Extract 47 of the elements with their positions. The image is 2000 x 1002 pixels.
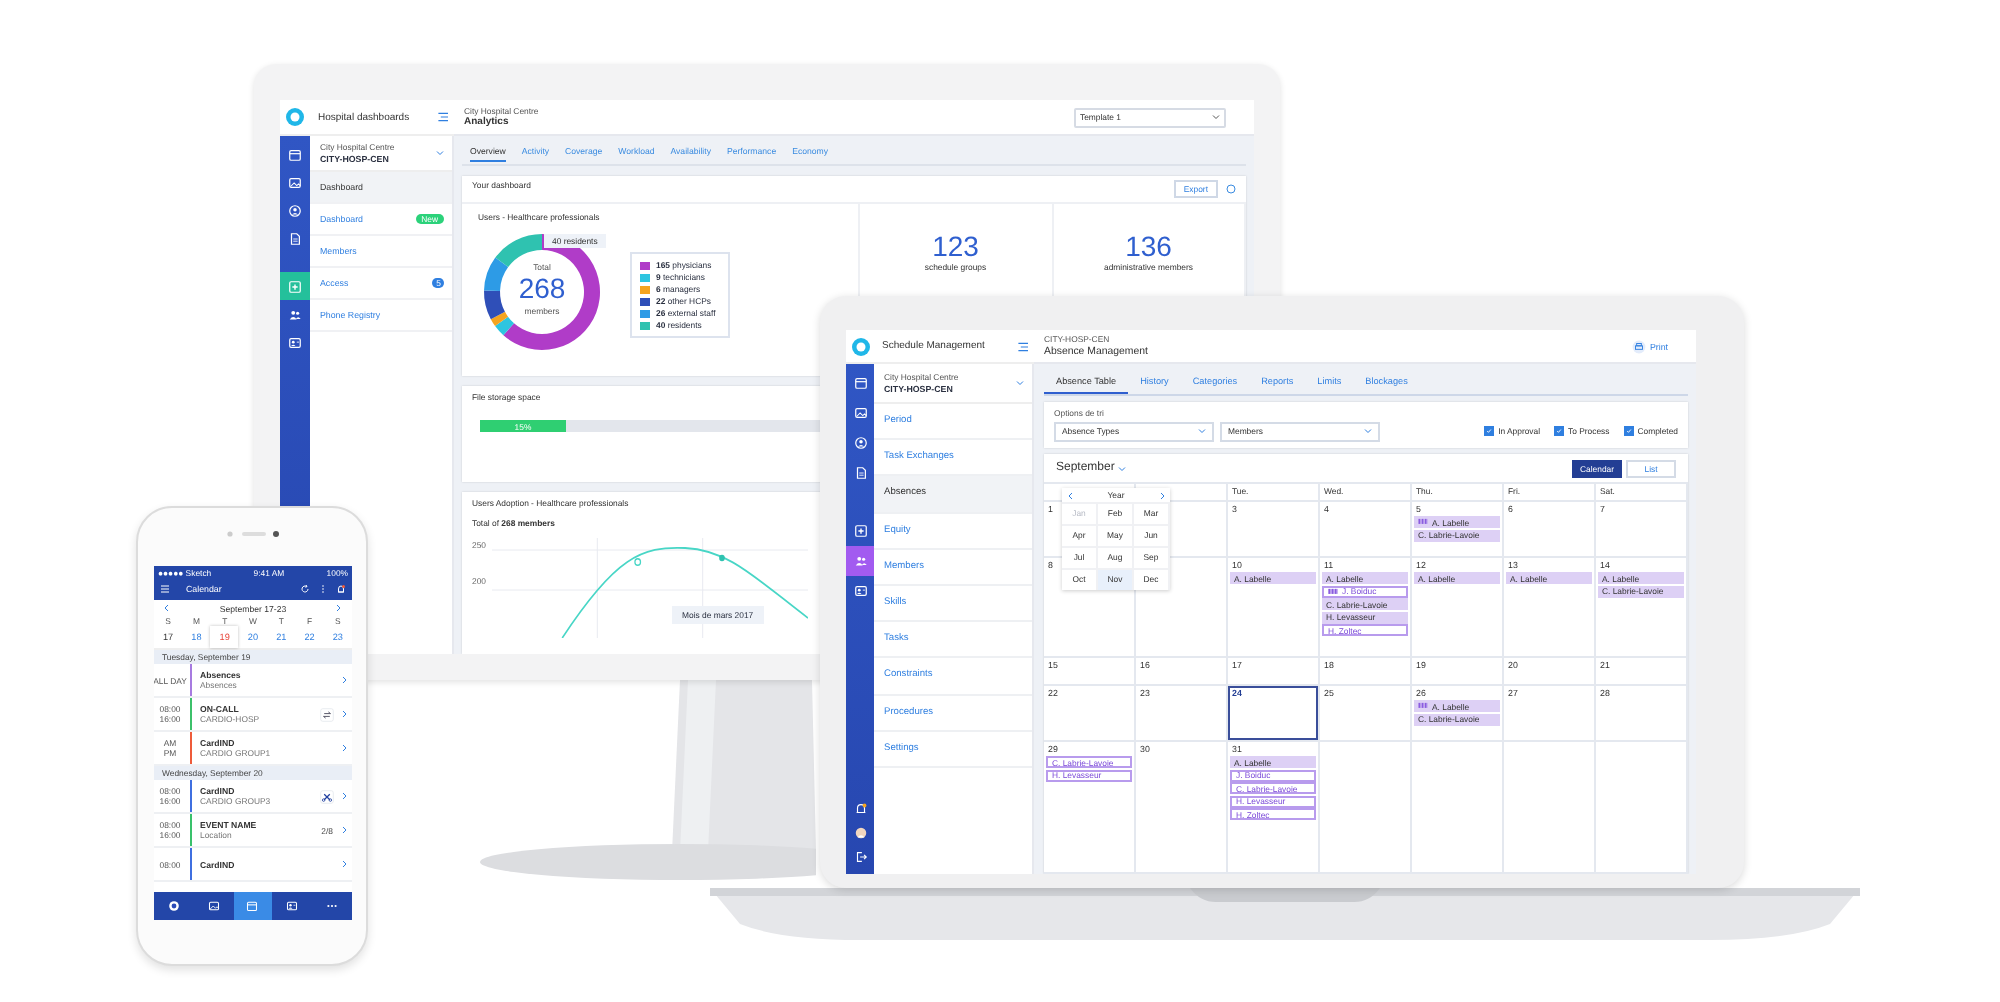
- medical-icon: [288, 279, 302, 293]
- logout-icon[interactable]: [853, 850, 867, 864]
- document-icon: [853, 466, 867, 480]
- chevron-icon: [1212, 114, 1220, 120]
- logo-icon: [851, 337, 869, 355]
- image-icon: [288, 175, 302, 189]
- document-icon: [288, 231, 302, 245]
- bell-icon[interactable]: [336, 584, 346, 594]
- id-card-icon: [853, 584, 867, 598]
- circle-icon[interactable]: [1226, 184, 1236, 194]
- scissors-icon[interactable]: [319, 789, 333, 803]
- calendar-icon: [288, 147, 302, 161]
- day-cell: [1412, 741, 1504, 874]
- people-icon: [288, 307, 302, 321]
- bell-icon[interactable]: [853, 802, 867, 816]
- checkbox[interactable]: [1484, 425, 1495, 436]
- logo-icon: [167, 900, 180, 912]
- stripe-icon: [1418, 518, 1428, 526]
- medical-icon: [853, 524, 867, 538]
- logo-icon: [286, 108, 304, 126]
- total-value: 268: [516, 274, 568, 302]
- nav-tab[interactable]: [233, 892, 273, 920]
- calendar-icon: [246, 900, 259, 912]
- stat-value: 136: [1125, 232, 1172, 260]
- people-icon: [853, 554, 867, 568]
- day-cell: [1320, 741, 1412, 874]
- stripe-icon: [1418, 702, 1428, 710]
- menu-icon[interactable]: [436, 112, 448, 122]
- chevron-icon: [1198, 428, 1206, 434]
- stripe-icon: [1328, 587, 1338, 595]
- person-icon: [853, 436, 867, 450]
- checkbox[interactable]: [1554, 425, 1565, 436]
- checkbox[interactable]: [1623, 425, 1634, 436]
- image-icon: [207, 900, 220, 912]
- stat-value: 123: [932, 232, 979, 260]
- avatar-icon[interactable]: [853, 826, 867, 840]
- calendar-icon: [853, 376, 867, 390]
- printer-icon: [1631, 339, 1646, 353]
- refresh-icon[interactable]: [300, 584, 310, 594]
- chevron-icon: [1364, 428, 1372, 434]
- swap-icon[interactable]: [319, 707, 333, 721]
- image-icon: [853, 406, 867, 420]
- person-icon: [288, 203, 302, 217]
- id-card-icon: [288, 335, 302, 349]
- day-cell: [1504, 741, 1596, 874]
- menu-icon[interactable]: [1016, 341, 1028, 351]
- id-card-icon: [286, 900, 299, 912]
